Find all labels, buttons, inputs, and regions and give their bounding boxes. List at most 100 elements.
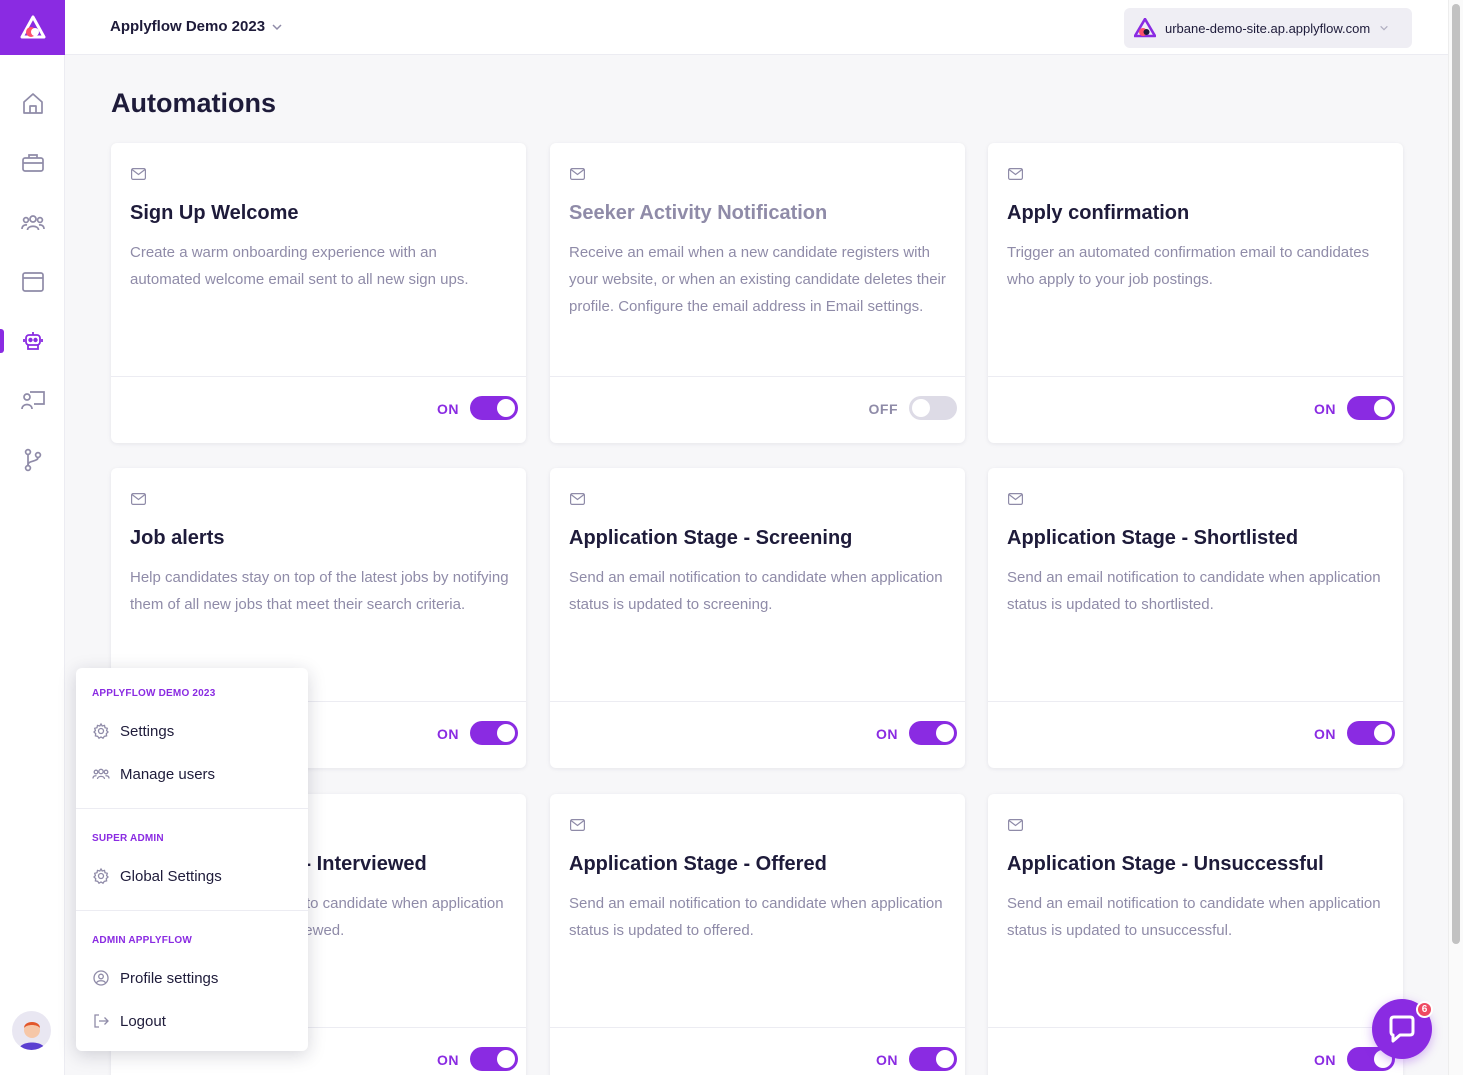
logout-icon [94, 1014, 109, 1028]
card-title: Application Stage - Screening [569, 527, 853, 549]
card-description: Create a warm onboarding experience with… [130, 244, 469, 288]
status-label: ON [1314, 1052, 1336, 1068]
chevron-down-icon [1380, 25, 1389, 31]
gear-icon [93, 722, 109, 740]
card-description: Send an email notification to candidate … [569, 895, 943, 939]
user-circle-icon [93, 970, 109, 986]
automation-card[interactable]: Application Stage - Screening Send an em… [550, 468, 965, 768]
app-logo[interactable] [0, 0, 65, 55]
card-title: Application Stage - Offered [569, 853, 827, 875]
status-label: ON [876, 726, 898, 742]
mail-icon [570, 168, 585, 180]
card-divider [550, 376, 965, 377]
home-icon [22, 93, 43, 114]
card-title: Seeker Activity Notification [569, 202, 828, 224]
sidebar-item-automations[interactable] [0, 321, 65, 361]
automation-toggle[interactable] [909, 721, 957, 745]
sidebar-item-home[interactable] [0, 84, 65, 124]
sidebar-item-pages[interactable] [0, 262, 65, 302]
card-description: Send an email notification to candidate … [569, 569, 943, 613]
automation-toggle[interactable] [909, 396, 957, 420]
status-label: ON [437, 726, 459, 742]
automation-toggle[interactable] [470, 721, 518, 745]
user-avatar-icon [18, 1022, 45, 1050]
mail-icon [570, 493, 585, 505]
page-title: Automations [111, 88, 276, 118]
automation-toggle[interactable] [1347, 396, 1395, 420]
automation-card[interactable]: Apply confirmation Trigger an automated … [988, 143, 1403, 443]
status-label: ON [876, 1052, 898, 1068]
workspace-name: Applyflow Demo 2023 [110, 18, 266, 35]
automation-card[interactable]: Seeker Activity Notification Receive an … [550, 143, 965, 443]
menu-item-label: Settings [120, 722, 175, 740]
menu-section-label: SUPER ADMIN [92, 833, 164, 844]
mail-icon [131, 493, 146, 505]
status-label: OFF [868, 401, 898, 417]
card-divider [988, 1027, 1403, 1028]
avatar[interactable] [12, 1011, 51, 1050]
menu-item-manage-users[interactable]: Manage users [92, 763, 215, 785]
top-bar: Applyflow Demo 2023 urbane-demo-site.ap.… [65, 0, 1448, 55]
sidebar-item-candidates[interactable] [0, 203, 65, 243]
card-title: Sign Up Welcome [130, 202, 299, 224]
menu-item-settings[interactable]: Settings [92, 720, 174, 742]
card-divider [550, 701, 965, 702]
card-description: Send an email notification to candidate … [1007, 895, 1381, 939]
card-divider [111, 376, 526, 377]
chat-notification-badge: 6 [1416, 1001, 1433, 1018]
menu-item-label: Profile settings [120, 969, 219, 987]
account-popup-menu: APPLYFLOW DEMO 2023 Settings Manage user… [76, 668, 308, 1051]
automation-toggle[interactable] [470, 1047, 518, 1071]
sidebar-item-jobs[interactable] [0, 143, 65, 183]
automation-card[interactable]: Application Stage - Shortlisted Send an … [988, 468, 1403, 768]
card-divider [988, 376, 1403, 377]
applyflow-logo-icon [1134, 18, 1156, 38]
status-label: ON [1314, 726, 1336, 742]
menu-divider [76, 808, 308, 809]
menu-item-global-settings[interactable]: Global Settings [92, 865, 222, 887]
sidebar-item-recruiters[interactable] [0, 380, 65, 420]
browser-window-icon [21, 272, 44, 292]
robot-icon [22, 332, 43, 350]
mail-icon [570, 819, 585, 831]
automation-card[interactable]: Application Stage - Offered Send an emai… [550, 794, 965, 1075]
menu-item-label: Manage users [120, 765, 216, 783]
status-label: ON [1314, 401, 1336, 417]
chat-bubble-icon [1389, 1015, 1415, 1043]
workspace-switcher[interactable]: Applyflow Demo 2023 [110, 18, 283, 35]
briefcase-icon [21, 154, 44, 172]
mail-icon [1008, 493, 1023, 505]
mail-icon [131, 168, 146, 180]
card-divider [988, 701, 1403, 702]
chevron-down-icon [272, 23, 282, 30]
sidebar-item-workflows[interactable] [0, 440, 65, 480]
status-label: ON [437, 1052, 459, 1068]
menu-section-label: ADMIN APPLYFLOW [92, 935, 193, 946]
card-title: Job alerts [130, 527, 225, 549]
menu-item-logout[interactable]: Logout [92, 1010, 166, 1032]
git-branch-icon [24, 448, 41, 472]
menu-section-label: APPLYFLOW DEMO 2023 [92, 688, 216, 699]
applyflow-logo-icon [20, 15, 45, 38]
menu-item-label: Logout [120, 1012, 166, 1030]
card-description: Receive an email when a new candidate re… [569, 244, 946, 315]
users-icon [92, 768, 110, 780]
status-label: ON [437, 401, 459, 417]
automation-toggle[interactable] [470, 396, 518, 420]
mail-icon [1008, 168, 1023, 180]
menu-item-profile-settings[interactable]: Profile settings [92, 967, 218, 989]
site-switcher[interactable]: urbane-demo-site.ap.applyflow.com [1124, 8, 1412, 48]
site-url: urbane-demo-site.ap.applyflow.com [1165, 20, 1371, 36]
card-title: Application Stage - Shortlisted [1007, 527, 1299, 549]
menu-divider [76, 910, 308, 911]
scrollbar-thumb[interactable] [1452, 4, 1460, 944]
automation-card[interactable]: Sign Up Welcome Create a warm onboarding… [111, 143, 526, 443]
card-description: Send an email notification to candidate … [1007, 569, 1381, 613]
card-description: Help candidates stay on top of the lates… [130, 569, 509, 613]
card-description: Trigger an automated confirmation email … [1007, 244, 1370, 288]
card-divider [550, 1027, 965, 1028]
automation-toggle[interactable] [909, 1047, 957, 1071]
automation-card[interactable]: Application Stage - Unsuccessful Send an… [988, 794, 1403, 1075]
automation-toggle[interactable] [1347, 721, 1395, 745]
menu-item-label: Global Settings [120, 867, 222, 885]
